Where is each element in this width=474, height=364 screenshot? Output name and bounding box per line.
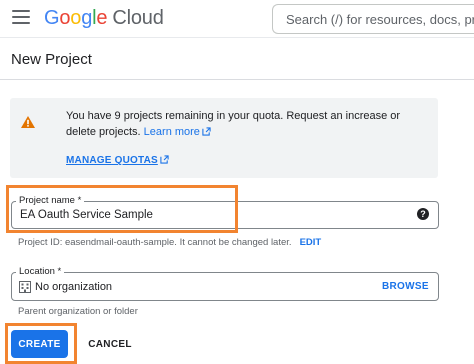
menu-icon[interactable] [12,10,30,24]
manage-quotas-link[interactable]: MANAGE QUOTAS [66,155,169,166]
location-label: Location * [16,266,65,277]
browse-button[interactable]: BROWSE [382,281,429,292]
help-icon[interactable]: ? [417,208,429,220]
google-cloud-logo[interactable]: Google Cloud [44,7,164,30]
logo-cloud-text: Cloud [112,7,164,29]
highlight-box-create [5,323,77,364]
project-id-row: Project ID: easendmail-oauth-sample. It … [18,237,321,248]
edit-project-id-button[interactable]: EDIT [300,237,322,248]
learn-more-link[interactable]: Learn more [144,126,211,138]
page-title: New Project [11,51,92,68]
external-link-icon [160,155,169,164]
project-id-text: Project ID: easendmail-oauth-sample. It … [18,237,292,248]
quota-notice-text: You have 9 projects remaining in your qu… [66,109,426,140]
search-box[interactable] [272,4,474,34]
external-link-icon [202,126,211,136]
warning-icon [21,116,35,128]
quota-message: You have 9 projects remaining in your qu… [66,110,401,138]
top-bar: Google Cloud [0,0,474,38]
search-input[interactable] [273,5,474,33]
logo-letter: g [81,7,93,29]
logo-letter: o [70,7,82,29]
cancel-button[interactable]: CANCEL [84,330,136,358]
learn-more-label: Learn more [143,125,200,138]
divider [0,79,474,80]
highlight-box-project-name [6,185,238,233]
logo-letter: G [44,7,60,29]
location-value: No organization [35,281,113,293]
location-hint: Parent organization or folder [18,306,138,317]
building-icon [19,281,31,293]
manage-quotas-label: MANAGE QUOTAS [66,155,158,166]
logo-letter: e [96,7,108,29]
logo-letter: o [59,7,71,29]
